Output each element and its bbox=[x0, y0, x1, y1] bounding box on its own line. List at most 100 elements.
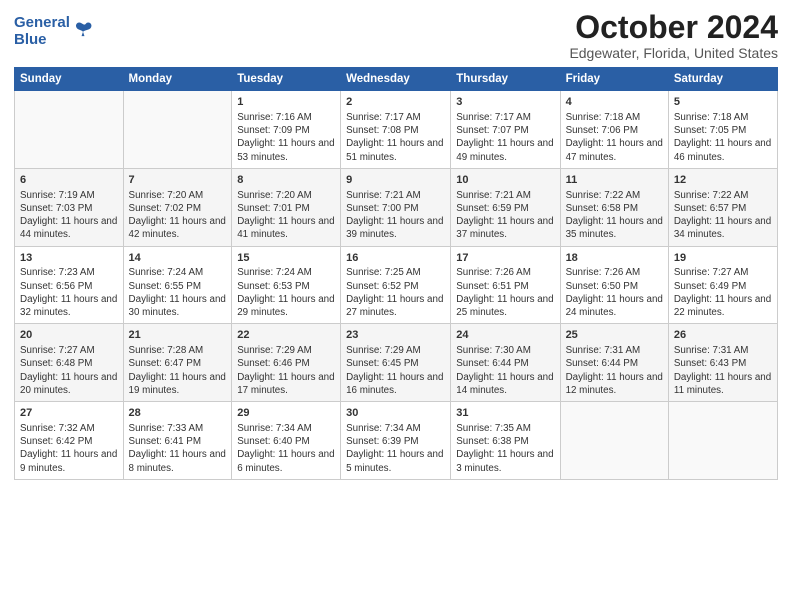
day-number: 14 bbox=[129, 251, 227, 266]
day-header-sunday: Sunday bbox=[15, 68, 124, 91]
page-subtitle: Edgewater, Florida, United States bbox=[569, 45, 778, 61]
day-number: 13 bbox=[20, 251, 118, 266]
calendar-cell bbox=[15, 91, 124, 169]
calendar-table: SundayMondayTuesdayWednesdayThursdayFrid… bbox=[14, 67, 778, 480]
day-detail: Sunrise: 7:24 AM Sunset: 6:55 PM Dayligh… bbox=[129, 266, 227, 319]
calendar-cell: 16Sunrise: 7:25 AM Sunset: 6:52 PM Dayli… bbox=[341, 246, 451, 324]
day-detail: Sunrise: 7:22 AM Sunset: 6:57 PM Dayligh… bbox=[674, 189, 772, 242]
day-number: 8 bbox=[237, 173, 335, 188]
day-detail: Sunrise: 7:31 AM Sunset: 6:43 PM Dayligh… bbox=[674, 344, 772, 397]
day-number: 29 bbox=[237, 406, 335, 421]
calendar-cell: 1Sunrise: 7:16 AM Sunset: 7:09 PM Daylig… bbox=[232, 91, 341, 169]
day-number: 11 bbox=[566, 173, 663, 188]
day-detail: Sunrise: 7:31 AM Sunset: 6:44 PM Dayligh… bbox=[566, 344, 663, 397]
day-number: 27 bbox=[20, 406, 118, 421]
page-title: October 2024 bbox=[569, 10, 778, 45]
day-detail: Sunrise: 7:28 AM Sunset: 6:47 PM Dayligh… bbox=[129, 344, 227, 397]
day-number: 24 bbox=[456, 328, 554, 343]
day-detail: Sunrise: 7:27 AM Sunset: 6:49 PM Dayligh… bbox=[674, 266, 772, 319]
logo-text: General Blue bbox=[14, 14, 70, 49]
day-detail: Sunrise: 7:32 AM Sunset: 6:42 PM Dayligh… bbox=[20, 422, 118, 475]
calendar-cell: 23Sunrise: 7:29 AM Sunset: 6:45 PM Dayli… bbox=[341, 324, 451, 402]
logo-blue: Blue bbox=[14, 31, 47, 48]
calendar-cell: 8Sunrise: 7:20 AM Sunset: 7:01 PM Daylig… bbox=[232, 168, 341, 246]
calendar-cell: 26Sunrise: 7:31 AM Sunset: 6:43 PM Dayli… bbox=[668, 324, 777, 402]
calendar-cell: 13Sunrise: 7:23 AM Sunset: 6:56 PM Dayli… bbox=[15, 246, 124, 324]
day-detail: Sunrise: 7:29 AM Sunset: 6:46 PM Dayligh… bbox=[237, 344, 335, 397]
day-detail: Sunrise: 7:27 AM Sunset: 6:48 PM Dayligh… bbox=[20, 344, 118, 397]
calendar-cell: 31Sunrise: 7:35 AM Sunset: 6:38 PM Dayli… bbox=[451, 402, 560, 480]
week-row-5: 27Sunrise: 7:32 AM Sunset: 6:42 PM Dayli… bbox=[15, 402, 778, 480]
calendar-cell: 30Sunrise: 7:34 AM Sunset: 6:39 PM Dayli… bbox=[341, 402, 451, 480]
day-number: 3 bbox=[456, 95, 554, 110]
week-row-3: 13Sunrise: 7:23 AM Sunset: 6:56 PM Dayli… bbox=[15, 246, 778, 324]
day-number: 2 bbox=[346, 95, 445, 110]
calendar-cell bbox=[123, 91, 232, 169]
calendar-cell: 3Sunrise: 7:17 AM Sunset: 7:07 PM Daylig… bbox=[451, 91, 560, 169]
calendar-cell bbox=[560, 402, 668, 480]
day-detail: Sunrise: 7:34 AM Sunset: 6:40 PM Dayligh… bbox=[237, 422, 335, 475]
calendar-cell: 2Sunrise: 7:17 AM Sunset: 7:08 PM Daylig… bbox=[341, 91, 451, 169]
day-number: 18 bbox=[566, 251, 663, 266]
day-number: 23 bbox=[346, 328, 445, 343]
calendar-cell: 5Sunrise: 7:18 AM Sunset: 7:05 PM Daylig… bbox=[668, 91, 777, 169]
title-block: October 2024 Edgewater, Florida, United … bbox=[569, 10, 778, 61]
day-number: 1 bbox=[237, 95, 335, 110]
week-row-2: 6Sunrise: 7:19 AM Sunset: 7:03 PM Daylig… bbox=[15, 168, 778, 246]
calendar-cell: 14Sunrise: 7:24 AM Sunset: 6:55 PM Dayli… bbox=[123, 246, 232, 324]
day-number: 4 bbox=[566, 95, 663, 110]
day-detail: Sunrise: 7:22 AM Sunset: 6:58 PM Dayligh… bbox=[566, 189, 663, 242]
day-header-saturday: Saturday bbox=[668, 68, 777, 91]
day-detail: Sunrise: 7:25 AM Sunset: 6:52 PM Dayligh… bbox=[346, 266, 445, 319]
calendar-cell: 29Sunrise: 7:34 AM Sunset: 6:40 PM Dayli… bbox=[232, 402, 341, 480]
day-number: 7 bbox=[129, 173, 227, 188]
day-number: 17 bbox=[456, 251, 554, 266]
day-number: 22 bbox=[237, 328, 335, 343]
day-detail: Sunrise: 7:17 AM Sunset: 7:07 PM Dayligh… bbox=[456, 111, 554, 164]
logo: General Blue bbox=[14, 14, 94, 49]
day-number: 9 bbox=[346, 173, 445, 188]
calendar-cell: 4Sunrise: 7:18 AM Sunset: 7:06 PM Daylig… bbox=[560, 91, 668, 169]
day-number: 10 bbox=[456, 173, 554, 188]
calendar-cell: 9Sunrise: 7:21 AM Sunset: 7:00 PM Daylig… bbox=[341, 168, 451, 246]
day-detail: Sunrise: 7:21 AM Sunset: 7:00 PM Dayligh… bbox=[346, 189, 445, 242]
day-detail: Sunrise: 7:20 AM Sunset: 7:02 PM Dayligh… bbox=[129, 189, 227, 242]
day-detail: Sunrise: 7:30 AM Sunset: 6:44 PM Dayligh… bbox=[456, 344, 554, 397]
calendar-cell: 11Sunrise: 7:22 AM Sunset: 6:58 PM Dayli… bbox=[560, 168, 668, 246]
day-number: 16 bbox=[346, 251, 445, 266]
calendar-cell: 20Sunrise: 7:27 AM Sunset: 6:48 PM Dayli… bbox=[15, 324, 124, 402]
day-detail: Sunrise: 7:17 AM Sunset: 7:08 PM Dayligh… bbox=[346, 111, 445, 164]
day-detail: Sunrise: 7:19 AM Sunset: 7:03 PM Dayligh… bbox=[20, 189, 118, 242]
calendar-cell: 24Sunrise: 7:30 AM Sunset: 6:44 PM Dayli… bbox=[451, 324, 560, 402]
day-number: 6 bbox=[20, 173, 118, 188]
day-number: 12 bbox=[674, 173, 772, 188]
calendar-cell: 19Sunrise: 7:27 AM Sunset: 6:49 PM Dayli… bbox=[668, 246, 777, 324]
calendar-cell: 27Sunrise: 7:32 AM Sunset: 6:42 PM Dayli… bbox=[15, 402, 124, 480]
day-number: 19 bbox=[674, 251, 772, 266]
calendar-cell: 6Sunrise: 7:19 AM Sunset: 7:03 PM Daylig… bbox=[15, 168, 124, 246]
day-detail: Sunrise: 7:21 AM Sunset: 6:59 PM Dayligh… bbox=[456, 189, 554, 242]
day-detail: Sunrise: 7:18 AM Sunset: 7:05 PM Dayligh… bbox=[674, 111, 772, 164]
calendar-cell: 12Sunrise: 7:22 AM Sunset: 6:57 PM Dayli… bbox=[668, 168, 777, 246]
calendar-cell: 21Sunrise: 7:28 AM Sunset: 6:47 PM Dayli… bbox=[123, 324, 232, 402]
day-header-wednesday: Wednesday bbox=[341, 68, 451, 91]
day-detail: Sunrise: 7:29 AM Sunset: 6:45 PM Dayligh… bbox=[346, 344, 445, 397]
day-detail: Sunrise: 7:34 AM Sunset: 6:39 PM Dayligh… bbox=[346, 422, 445, 475]
day-detail: Sunrise: 7:18 AM Sunset: 7:06 PM Dayligh… bbox=[566, 111, 663, 164]
calendar-cell: 10Sunrise: 7:21 AM Sunset: 6:59 PM Dayli… bbox=[451, 168, 560, 246]
day-number: 25 bbox=[566, 328, 663, 343]
day-header-tuesday: Tuesday bbox=[232, 68, 341, 91]
day-number: 30 bbox=[346, 406, 445, 421]
calendar-cell: 18Sunrise: 7:26 AM Sunset: 6:50 PM Dayli… bbox=[560, 246, 668, 324]
day-detail: Sunrise: 7:33 AM Sunset: 6:41 PM Dayligh… bbox=[129, 422, 227, 475]
calendar-cell: 25Sunrise: 7:31 AM Sunset: 6:44 PM Dayli… bbox=[560, 324, 668, 402]
week-row-1: 1Sunrise: 7:16 AM Sunset: 7:09 PM Daylig… bbox=[15, 91, 778, 169]
day-number: 28 bbox=[129, 406, 227, 421]
calendar-cell: 17Sunrise: 7:26 AM Sunset: 6:51 PM Dayli… bbox=[451, 246, 560, 324]
day-detail: Sunrise: 7:16 AM Sunset: 7:09 PM Dayligh… bbox=[237, 111, 335, 164]
calendar-cell: 28Sunrise: 7:33 AM Sunset: 6:41 PM Dayli… bbox=[123, 402, 232, 480]
day-number: 20 bbox=[20, 328, 118, 343]
day-header-monday: Monday bbox=[123, 68, 232, 91]
day-number: 26 bbox=[674, 328, 772, 343]
header: General Blue October 2024 Edgewater, Flo… bbox=[14, 10, 778, 61]
